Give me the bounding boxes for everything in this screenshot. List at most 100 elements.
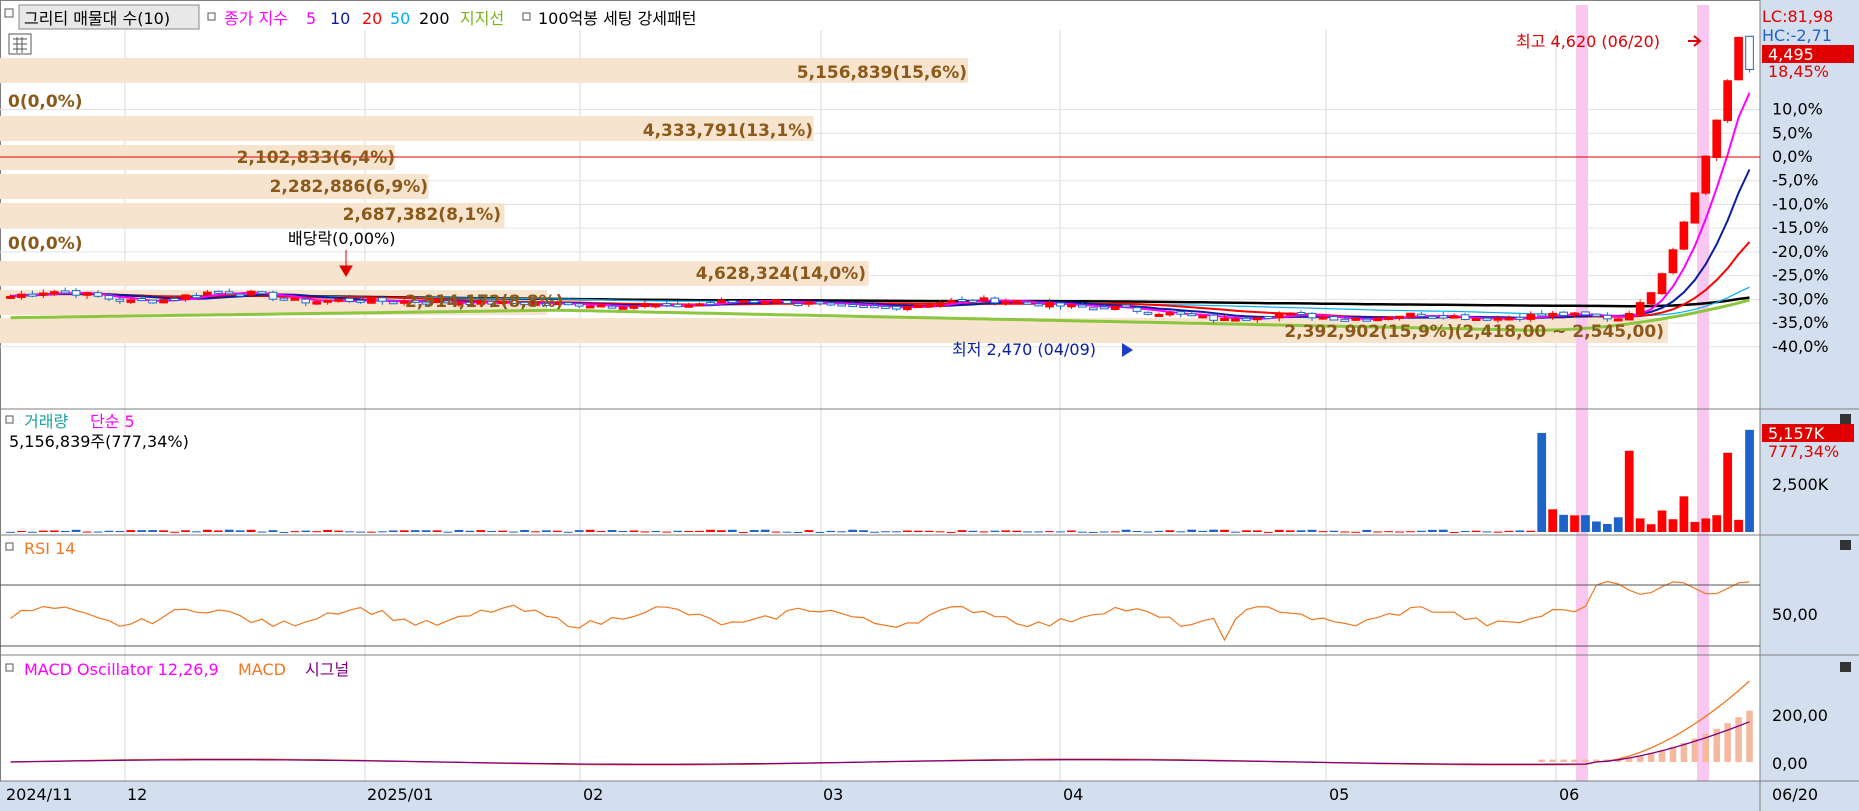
candle-body [706, 302, 715, 306]
candle-body [574, 303, 584, 307]
volume-bar [498, 530, 508, 532]
volume-bar [1231, 531, 1240, 533]
volume-bar [684, 531, 693, 533]
candle-body [946, 300, 956, 304]
close-icon[interactable] [1840, 540, 1851, 550]
volume-bar [279, 531, 289, 533]
candle-body [1340, 318, 1350, 322]
high-annotation: 최고 4,620 (06/20) [1516, 32, 1660, 51]
volume-bar [1701, 518, 1711, 532]
candle-body [1351, 317, 1361, 321]
volume-bar [717, 530, 726, 532]
volume-bar [1012, 530, 1022, 532]
candle-body [367, 297, 376, 304]
volume-bar [1099, 531, 1109, 533]
macd-histogram-bar [1582, 759, 1589, 762]
x-tick-label: 2024/11 [6, 785, 72, 804]
volume-bar [1362, 529, 1372, 532]
volume-bar [170, 531, 179, 533]
candle-body [1504, 317, 1514, 321]
volume-bar [1646, 524, 1656, 532]
volume-info: 5,156,839주(777,34%) [9, 432, 189, 451]
volume-bar [1384, 531, 1393, 533]
volume-bar [1493, 531, 1503, 533]
stock-chart: 그리티 매물대 수(10) 종가 지수 5 10 20 50 200 지지선 1… [0, 0, 1859, 811]
volume-bar [1592, 521, 1601, 532]
candle-body [28, 293, 37, 297]
volume-bar [651, 530, 661, 532]
candle-body [1099, 306, 1109, 310]
volume-bar [1034, 531, 1043, 533]
candle-body [662, 303, 672, 307]
candle-body [596, 304, 606, 308]
volume-bar [1088, 531, 1098, 533]
volume-bar [1329, 530, 1339, 532]
volume-bar [1023, 531, 1033, 533]
volume-bar [782, 531, 792, 533]
candle-body [159, 299, 168, 304]
volume-title: 거래량 [24, 412, 68, 431]
volume-bar [356, 531, 365, 533]
volume-bar [1668, 519, 1678, 532]
candle-body [990, 297, 1000, 304]
candle-body [1001, 301, 1011, 305]
candle-body [388, 301, 398, 305]
volume-bar [1307, 529, 1317, 532]
candle-body [859, 304, 868, 308]
volume-bar [487, 531, 497, 533]
candle-body [1460, 314, 1470, 320]
legend-marker [5, 415, 14, 424]
volume-bar [607, 530, 617, 532]
volume-bar [388, 530, 398, 532]
volume-bar [377, 531, 387, 533]
volume-bar [826, 530, 836, 532]
volume-bar [1712, 515, 1722, 532]
volume-bar [1690, 521, 1700, 532]
volume-bar [192, 531, 201, 533]
band-label: 0(0,0%) [8, 234, 83, 254]
price-tick-label: 5,0% [1772, 123, 1813, 142]
candle-body [1231, 318, 1240, 322]
close-icon[interactable] [1840, 414, 1851, 424]
volume-bar [1471, 530, 1481, 532]
candle-body [848, 304, 857, 308]
candle-body [892, 305, 901, 310]
candle-body [837, 303, 847, 307]
candle-body [1417, 313, 1426, 317]
candle-body [651, 304, 661, 308]
volume-bar [727, 529, 737, 532]
candle-body [1570, 312, 1579, 316]
current-pct: 18,45% [1768, 62, 1829, 81]
candle-body [1329, 316, 1339, 321]
volume-bar [662, 531, 672, 533]
candle-body [1635, 302, 1645, 315]
candle-body [1132, 307, 1142, 312]
volume-bar [1657, 510, 1667, 532]
ma-period-10: 10 [330, 9, 350, 28]
volume-bar [1165, 530, 1175, 532]
candle-body [1548, 312, 1557, 317]
volume-bar [93, 531, 103, 533]
macd-histogram-bar [1735, 717, 1742, 762]
candle-body [1471, 318, 1481, 322]
volume-bar [1056, 531, 1065, 533]
volume-bar [957, 530, 967, 532]
volume-bar [1373, 531, 1383, 533]
price-tick-label: -35,0% [1772, 313, 1829, 332]
candle-body [585, 305, 595, 309]
close-icon[interactable] [1840, 662, 1851, 672]
volume-bar [246, 529, 256, 532]
price-tick-label: -10,0% [1772, 194, 1829, 213]
volume-bar [257, 531, 267, 533]
volume-bar [793, 531, 803, 533]
candle-body [126, 299, 136, 303]
volume-bar [1285, 530, 1295, 532]
candle-body [1734, 36, 1743, 81]
candle-body [826, 302, 836, 306]
ma-period-20: 20 [362, 9, 382, 28]
volume-bar [1121, 529, 1131, 532]
candle-body [1592, 313, 1601, 317]
volume-bar [673, 530, 683, 532]
volume-profile-button-label[interactable]: 그리티 매물대 수(10) [24, 9, 170, 28]
x-tick-label: 03 [823, 785, 843, 804]
